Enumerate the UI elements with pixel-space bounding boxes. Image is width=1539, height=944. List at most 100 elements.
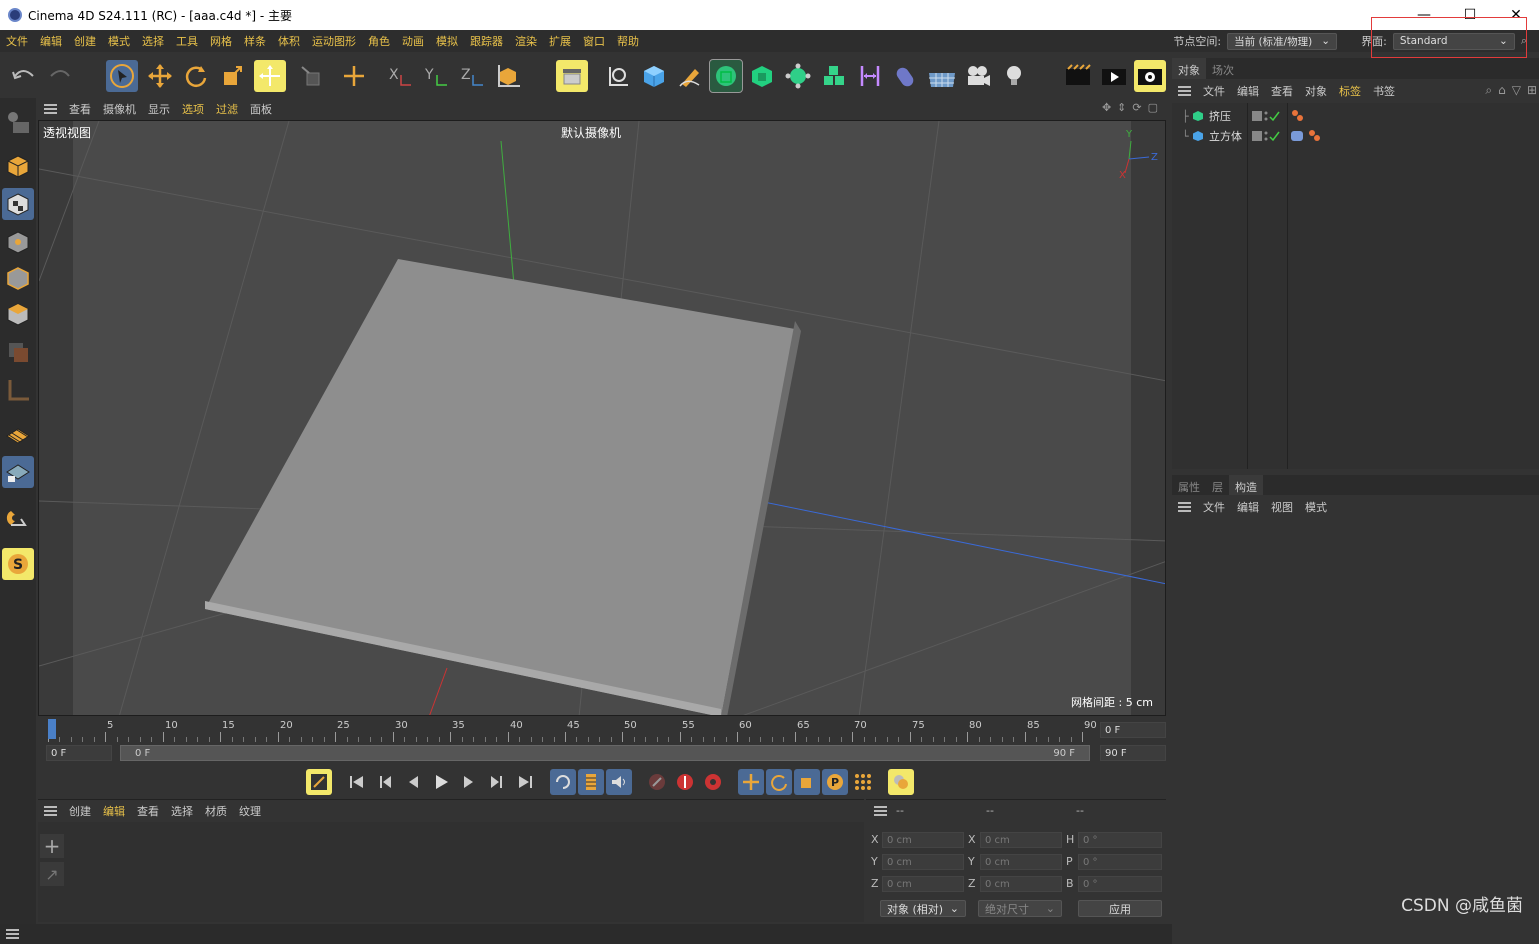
menu-help[interactable]: 帮助 — [611, 33, 645, 49]
next-key-button[interactable] — [484, 769, 510, 795]
object-menu-object[interactable]: 对象 — [1299, 83, 1333, 99]
structure-menu-icon[interactable] — [1178, 502, 1191, 512]
light-button[interactable] — [998, 60, 1030, 92]
menu-render[interactable]: 渲染 — [509, 33, 543, 49]
key-parameter-button[interactable]: P — [822, 769, 848, 795]
snap-button[interactable] — [2, 502, 34, 534]
visibility-check-icon[interactable] — [1252, 110, 1282, 122]
menu-mesh[interactable]: 网格 — [204, 33, 238, 49]
coordinate-mode-select[interactable]: 对象 (相对) ⌄ — [880, 900, 966, 917]
move-tool-button[interactable] — [144, 60, 176, 92]
rotation-b-field[interactable]: 0 ° — [1078, 876, 1162, 892]
menu-create[interactable]: 创建 — [68, 33, 102, 49]
minimize-button[interactable]: — — [1401, 0, 1447, 30]
key-rotation-button[interactable] — [766, 769, 792, 795]
world-coordinates-button[interactable] — [492, 60, 524, 92]
object-row-cube[interactable]: └ 立方体 — [1172, 126, 1539, 146]
material-menu-edit[interactable]: 编辑 — [97, 803, 131, 819]
mograph-effector-button[interactable] — [818, 60, 850, 92]
object-menu-file[interactable]: 文件 — [1197, 83, 1231, 99]
mograph-cloner-button[interactable] — [782, 60, 814, 92]
menu-file[interactable]: 文件 — [0, 33, 34, 49]
camera-button[interactable] — [962, 60, 994, 92]
make-editable-button[interactable] — [2, 106, 34, 138]
structure-menu-edit[interactable]: 编辑 — [1231, 499, 1265, 515]
spline-pen-button[interactable] — [602, 60, 634, 92]
tab-structure[interactable]: 构造 — [1229, 475, 1263, 495]
motion-system-button[interactable] — [888, 769, 914, 795]
transform-tool-button[interactable] — [254, 60, 286, 92]
rotate-tool-button[interactable] — [180, 60, 212, 92]
material-menu-select[interactable]: 选择 — [165, 803, 199, 819]
viewport-menu-cameras[interactable]: 摄像机 — [97, 101, 142, 117]
menu-select[interactable]: 选择 — [136, 33, 170, 49]
lock-z-axis-button[interactable]: Z — [456, 60, 488, 92]
perspective-viewport[interactable]: 透视视图 默认摄像机 Y Z X 网格间距 : 5 cm — [38, 120, 1166, 716]
solo-button[interactable]: S — [2, 548, 34, 580]
position-z-field[interactable]: 0 cm — [882, 876, 964, 892]
pen-tool-button[interactable] — [674, 60, 706, 92]
render-view-button[interactable] — [556, 60, 588, 92]
viewport-menu-filter[interactable]: 过滤 — [210, 101, 244, 117]
menu-window[interactable]: 窗口 — [577, 33, 611, 49]
record-active-objects-button[interactable] — [644, 769, 670, 795]
filter-icon[interactable]: ▽ — [1512, 83, 1521, 98]
autokey-button[interactable] — [672, 769, 698, 795]
environment-floor-button[interactable] — [926, 60, 958, 92]
record-key-settings-button[interactable] — [306, 769, 332, 795]
viewport-menu-options[interactable]: 选项 — [176, 101, 210, 117]
apply-button[interactable]: 应用 — [1078, 900, 1162, 917]
position-x-field[interactable]: 0 cm — [882, 832, 964, 848]
render-settings-button[interactable] — [1134, 60, 1166, 92]
uv-mode-button[interactable] — [2, 336, 34, 368]
menu-extensions[interactable]: 扩展 — [543, 33, 577, 49]
lock-x-axis-button[interactable]: X — [384, 60, 416, 92]
menu-tracker[interactable]: 跟踪器 — [464, 33, 509, 49]
expand-arrow-icon[interactable]: ↗ — [40, 862, 64, 886]
previous-key-button[interactable] — [372, 769, 398, 795]
viewport-menu-display[interactable]: 显示 — [142, 101, 176, 117]
preview-range-button[interactable] — [578, 769, 604, 795]
material-menu-icon[interactable] — [44, 805, 57, 816]
object-menu-tags[interactable]: 标签 — [1333, 83, 1367, 99]
rotation-p-field[interactable]: 0 ° — [1078, 854, 1162, 870]
field-button[interactable] — [890, 60, 922, 92]
size-y-field[interactable]: 0 cm — [980, 854, 1062, 870]
model-mode-button[interactable] — [2, 150, 34, 182]
home-icon[interactable]: ⌂ — [1498, 83, 1506, 98]
object-menu-view[interactable]: 查看 — [1265, 83, 1299, 99]
search-icon[interactable]: ⌕ — [1485, 83, 1492, 98]
end-frame-field[interactable]: 90 F — [1100, 745, 1166, 761]
coords-menu-icon[interactable] — [874, 806, 887, 816]
object-menu-edit[interactable]: 编辑 — [1231, 83, 1265, 99]
menu-character[interactable]: 角色 — [362, 33, 396, 49]
tab-layers[interactable]: 层 — [1206, 475, 1229, 495]
playhead[interactable] — [48, 719, 56, 739]
material-menu-texture[interactable]: 纹理 — [233, 803, 267, 819]
layout-select[interactable]: Standard ⌄ — [1392, 32, 1515, 50]
material-menu-create[interactable]: 创建 — [63, 803, 97, 819]
menu-mograph[interactable]: 运动图形 — [306, 33, 362, 49]
visibility-check-icon[interactable] — [1252, 130, 1282, 142]
selection-filter-button[interactable] — [294, 60, 326, 92]
position-y-field[interactable]: 0 cm — [882, 854, 964, 870]
material-menu-view[interactable]: 查看 — [131, 803, 165, 819]
sound-button[interactable] — [606, 769, 632, 795]
redo-button[interactable] — [44, 60, 76, 92]
timeline-ruler[interactable]: 051015202530354045505560657075808590 — [48, 716, 1097, 742]
maximize-button[interactable]: ☐ — [1447, 0, 1493, 30]
node-space-select[interactable]: 当前 (标准/物理) ⌄ — [1227, 32, 1338, 50]
structure-menu-file[interactable]: 文件 — [1197, 499, 1231, 515]
go-to-start-button[interactable] — [344, 769, 370, 795]
close-button[interactable]: ✕ — [1493, 0, 1539, 30]
lock-y-axis-button[interactable]: Y — [420, 60, 452, 92]
cube-object-button[interactable] — [638, 60, 670, 92]
size-x-field[interactable]: 0 cm — [980, 832, 1062, 848]
structure-panel[interactable]: CSDN @咸鱼菌 — [1172, 519, 1539, 924]
previous-frame-button[interactable] — [400, 769, 426, 795]
render-to-picture-viewer-button[interactable] — [1098, 60, 1130, 92]
extrude-generator-button[interactable] — [746, 60, 778, 92]
start-frame-field[interactable]: 0 F — [46, 745, 112, 761]
tag-icon[interactable] — [1290, 109, 1306, 123]
current-frame-field[interactable]: 0 F — [1100, 722, 1166, 738]
